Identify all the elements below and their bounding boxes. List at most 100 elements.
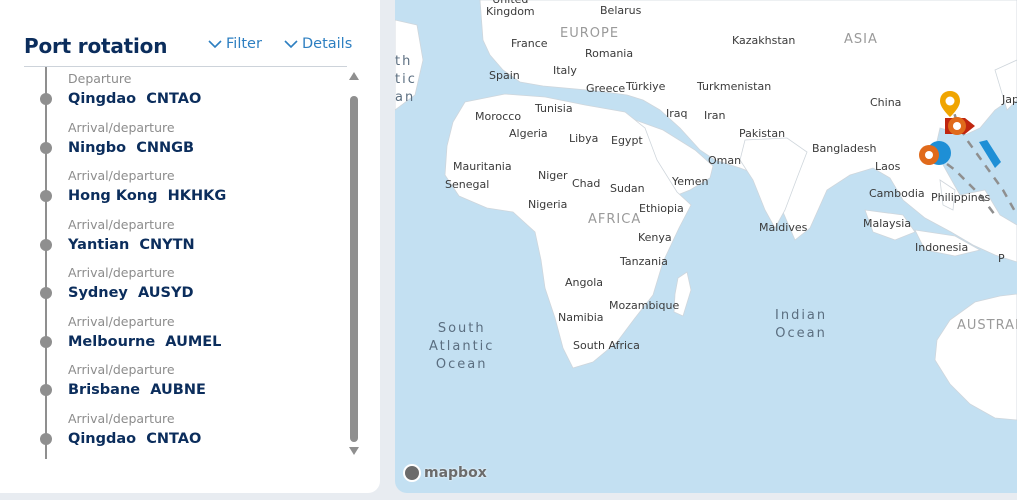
port-name: Sydney AUSYD — [68, 285, 194, 301]
map-label-asia: ASIA — [844, 32, 878, 47]
timeline-dot — [40, 238, 52, 251]
scroll-up-arrow-icon[interactable] — [349, 72, 359, 80]
map-label-country: Tunisia — [535, 102, 573, 115]
map-label-country: Greece — [586, 82, 626, 95]
port-item[interactable]: Departure Qingdao CNTAO — [24, 67, 340, 113]
timeline-dot — [40, 190, 52, 202]
map-label-country: Mozambique — [609, 299, 680, 312]
map-label-country: Jap — [1002, 93, 1017, 106]
route-map[interactable]: EUROPE ASIA AFRICA AUSTRAL South Atlanti… — [395, 0, 1017, 493]
panel-header: Port rotation Filter Details — [24, 30, 352, 60]
map-label-country: Pakistan — [739, 127, 786, 140]
map-label-country: Egypt — [611, 134, 643, 147]
map-label-country: Kenya — [638, 231, 672, 244]
map-label-country: Iraq — [666, 107, 688, 120]
map-label-country: South Africa — [573, 339, 640, 352]
map-label-country: Maldives — [759, 221, 808, 234]
map-label-country: Nigeria — [528, 198, 568, 211]
mapbox-logo-text: mapbox — [424, 465, 487, 481]
port-name: Qingdao CNTAO — [68, 91, 202, 107]
map-label-country: Yemen — [672, 175, 709, 188]
map-label-country: Malaysia — [863, 217, 912, 230]
vessel-red-icon[interactable] — [943, 114, 977, 138]
map-label-north-atlantic: th tic an — [395, 54, 417, 105]
port-name: Qingdao CNTAO — [68, 430, 202, 447]
map-label-country: Bangladesh — [812, 142, 877, 155]
map-label-europe: EUROPE — [560, 26, 620, 41]
scroll-down-arrow-icon[interactable] — [349, 447, 359, 455]
map-label-australia: AUSTRAL — [957, 318, 1017, 333]
chevron-down-icon — [208, 39, 222, 48]
mapbox-logo[interactable]: mapbox — [403, 464, 487, 482]
map-label-country: Turkmenistan — [697, 80, 772, 93]
map-label-country: Morocco — [475, 110, 522, 123]
port-name: Hong Kong HKHKG — [68, 188, 227, 204]
port-marker-cluster-icon[interactable] — [917, 138, 953, 168]
map-label-country: Cambodia — [869, 187, 925, 200]
map-label-indian-ocean: Indian Ocean — [775, 308, 828, 341]
map-label-country: Indonesia — [915, 241, 969, 254]
port-type: Arrival/departure — [68, 265, 175, 280]
port-name: Yantian CNYTN — [68, 236, 195, 253]
port-item[interactable]: Arrival/departure Ningbo CNNGB — [24, 116, 340, 162]
map-label-country: Laos — [875, 160, 901, 173]
port-name: Ningbo CNNGB — [68, 139, 195, 156]
map-label-country: P — [998, 252, 1005, 265]
timeline-dot — [40, 384, 52, 396]
map-label-country: Angola — [565, 276, 604, 289]
map-label-country: Italy — [553, 64, 577, 77]
port-type: Arrival/departure — [68, 216, 175, 232]
mapbox-logo-icon — [403, 464, 421, 482]
chevron-down-icon — [284, 39, 298, 48]
map-label-country: France — [511, 37, 548, 50]
map-label-south-atlantic: South Atlantic Ocean — [429, 321, 495, 372]
map-label-country: Namibia — [558, 311, 604, 324]
map-label-country: Belarus — [600, 4, 642, 17]
port-list: Departure Qingdao CNTAO Arrival/departur… — [24, 67, 340, 459]
port-item[interactable]: Arrival/departure Yantian CNYTN — [24, 213, 340, 259]
map-label-country: Tanzania — [620, 255, 668, 268]
map-label-country: Sudan — [610, 182, 645, 195]
filter-label: Filter — [226, 36, 262, 52]
timeline-dot — [40, 335, 52, 348]
map-label-africa: AFRICA — [588, 212, 642, 227]
map-label-country: Libya — [569, 132, 599, 145]
panel-title: Port rotation — [24, 34, 168, 58]
port-type: Arrival/departure — [68, 362, 175, 377]
port-item[interactable]: Arrival/departure Qingdao CNTAO — [24, 407, 340, 453]
map-label-country: Oman — [708, 154, 742, 167]
port-item[interactable]: Arrival/departure Brisbane AUBNE — [24, 358, 340, 404]
map-label-country: Romania — [585, 47, 634, 60]
map-label-country: Philippines — [931, 191, 991, 204]
map-label-country: Chad — [572, 177, 601, 190]
details-button[interactable]: Details — [284, 36, 352, 52]
map-label-country: Iran — [704, 109, 726, 122]
map-label-country: Türkiye — [626, 80, 666, 93]
timeline-dot — [40, 432, 52, 445]
port-item[interactable]: Arrival/departure Hong Kong HKHKG — [24, 164, 340, 210]
vessel-blue-icon[interactable] — [975, 138, 1003, 170]
port-type: Arrival/departure — [68, 168, 175, 183]
details-label: Details — [302, 36, 353, 52]
port-name: Melbourne AUMEL — [68, 333, 222, 350]
port-type: Arrival/departure — [68, 313, 175, 329]
map-label-country: Kazakhstan — [732, 34, 796, 47]
filter-button[interactable]: Filter — [208, 36, 262, 52]
map-label-country: Spain — [489, 69, 520, 82]
map-label-country: Ethiopia — [639, 202, 684, 215]
timeline-dot — [40, 287, 52, 299]
scrollbar-thumb[interactable] — [350, 96, 358, 442]
port-item[interactable]: Arrival/departure Sydney AUSYD — [24, 261, 340, 307]
port-item[interactable]: Arrival/departure Melbourne AUMEL — [24, 310, 340, 356]
map-label-country: United Kingdom — [486, 0, 535, 18]
map-label-country: Mauritania — [453, 160, 512, 173]
port-rotation-panel: Port rotation Filter Details Departure Q… — [0, 0, 380, 493]
port-type: Arrival/departure — [68, 119, 175, 135]
port-type: Arrival/departure — [68, 410, 175, 426]
map-label-country: Algeria — [509, 127, 548, 140]
map-label-country: China — [870, 96, 902, 109]
map-label-country: Senegal — [445, 178, 490, 191]
map-label-country: Niger — [538, 169, 568, 182]
timeline-dot — [40, 93, 52, 105]
timeline-dot — [40, 141, 52, 154]
